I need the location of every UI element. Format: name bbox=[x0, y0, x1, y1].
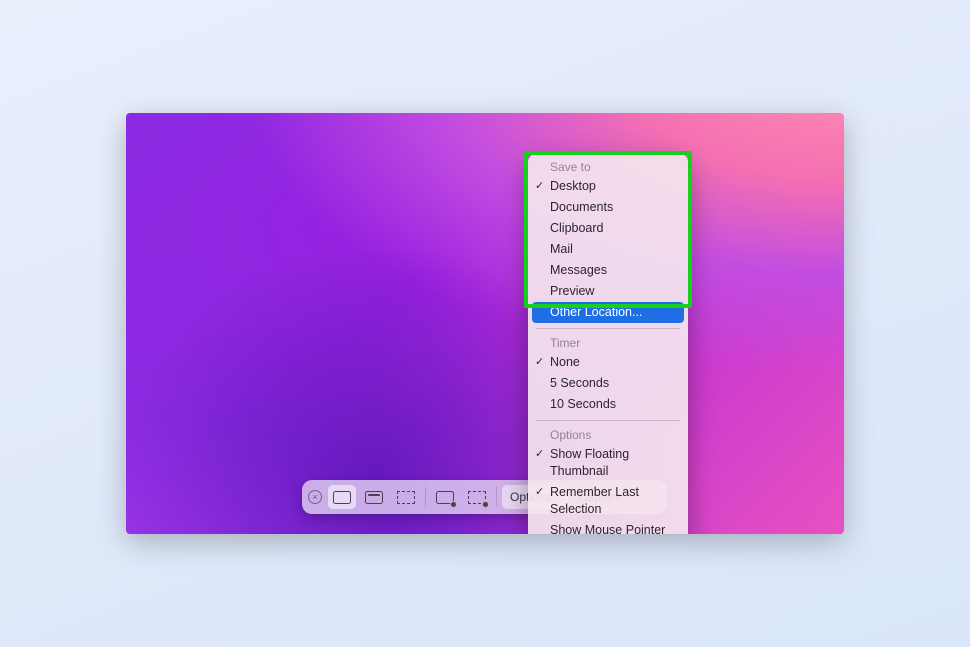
options-menu: Save to Desktop Documents Clipboard Mail… bbox=[528, 154, 688, 534]
record-dot-icon bbox=[482, 501, 489, 508]
menu-item-messages[interactable]: Messages bbox=[528, 260, 688, 281]
menu-separator bbox=[536, 328, 680, 329]
capture-mode-group bbox=[328, 485, 420, 509]
capture-entire-screen-button[interactable] bbox=[328, 485, 356, 509]
menu-item-remember-selection[interactable]: Remember Last Selection bbox=[528, 482, 688, 520]
record-selected-portion-button[interactable] bbox=[463, 485, 491, 509]
window-icon bbox=[365, 491, 383, 504]
menu-item-mail[interactable]: Mail bbox=[528, 239, 688, 260]
record-dot-icon bbox=[450, 501, 457, 508]
timer-title: Timer bbox=[528, 334, 688, 352]
menu-item-desktop[interactable]: Desktop bbox=[528, 176, 688, 197]
desktop-wallpaper: × Options ⌄ bbox=[126, 113, 844, 534]
menu-item-documents[interactable]: Documents bbox=[528, 197, 688, 218]
menu-item-floating-thumbnail[interactable]: Show Floating Thumbnail bbox=[528, 444, 688, 482]
toolbar-separator bbox=[425, 487, 426, 507]
menu-item-timer-10s[interactable]: 10 Seconds bbox=[528, 394, 688, 415]
menu-item-other-location[interactable]: Other Location... bbox=[532, 302, 684, 323]
menu-item-preview[interactable]: Preview bbox=[528, 281, 688, 302]
options-title: Options bbox=[528, 426, 688, 444]
close-button[interactable]: × bbox=[308, 490, 322, 504]
record-entire-screen-button[interactable] bbox=[431, 485, 459, 509]
capture-selected-portion-button[interactable] bbox=[392, 485, 420, 509]
menu-item-clipboard[interactable]: Clipboard bbox=[528, 218, 688, 239]
save-to-title: Save to bbox=[528, 158, 688, 176]
toolbar-separator bbox=[496, 487, 497, 507]
capture-selected-window-button[interactable] bbox=[360, 485, 388, 509]
selection-icon bbox=[397, 491, 415, 504]
record-mode-group bbox=[431, 485, 491, 509]
menu-item-timer-5s[interactable]: 5 Seconds bbox=[528, 373, 688, 394]
menu-separator bbox=[536, 420, 680, 421]
screen-icon bbox=[333, 491, 351, 504]
menu-item-timer-none[interactable]: None bbox=[528, 352, 688, 373]
menu-item-show-mouse-pointer[interactable]: Show Mouse Pointer bbox=[528, 520, 688, 534]
